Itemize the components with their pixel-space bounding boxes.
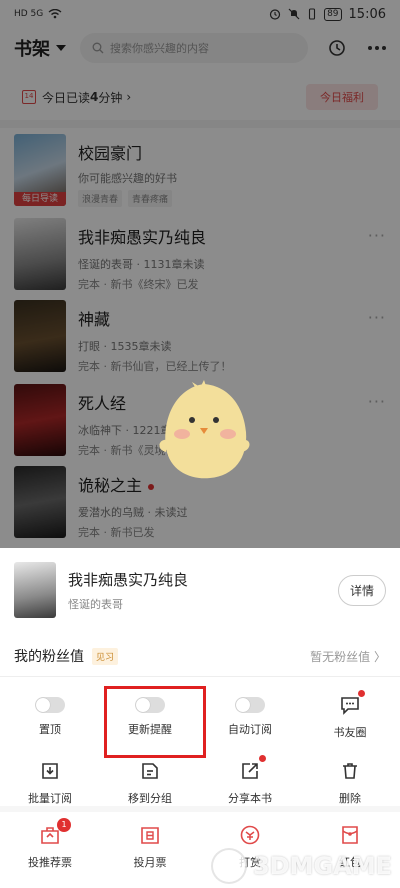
notification-dot	[358, 690, 365, 697]
cell-label: 批量订阅	[28, 792, 72, 805]
download-icon	[39, 760, 61, 782]
recommend-ticket-icon: 1	[39, 818, 71, 846]
share-icon	[239, 755, 266, 782]
divider	[0, 676, 400, 677]
toggle-switch[interactable]	[235, 697, 265, 713]
monthly-ticket-button[interactable]: 投月票	[100, 824, 200, 870]
cell-label: 书友圈	[333, 726, 367, 739]
notification-dot	[259, 755, 266, 762]
chat-bubble-icon	[339, 690, 365, 716]
detail-button[interactable]: 详情	[337, 574, 386, 606]
recommend-vote-button[interactable]: 1 投推荐票	[0, 818, 100, 870]
cell-label: 投月票	[133, 856, 167, 869]
screen: HD 5G 89 15:06 书架 搜索你感兴趣的内容 14 今日已读 4 分钟…	[0, 0, 400, 888]
sheet-book-cover	[14, 562, 56, 618]
tip-icon	[239, 824, 261, 846]
watermark-text: 3DMGAME	[252, 852, 392, 880]
sheet-book-title: 我非痴愚实乃纯良	[68, 570, 189, 589]
watermark-logo	[210, 848, 247, 884]
cell-label: 删除	[339, 792, 361, 805]
sheet-book-author: 怪诞的表哥	[68, 597, 123, 611]
fans-value: 暂无粉丝值 〉	[310, 649, 386, 664]
red-packet-icon	[339, 824, 361, 846]
fans-level-badge: 见习	[92, 647, 119, 665]
recommend-count-badge: 1	[57, 818, 71, 832]
batch-subscribe-button[interactable]: 批量订阅	[0, 760, 100, 806]
cell-label: 置顶	[39, 723, 61, 736]
cell-label: 移到分组	[128, 792, 172, 805]
move-to-group-button[interactable]: 移到分组	[100, 760, 200, 806]
cell-label: 投推荐票	[28, 856, 72, 869]
share-book-button[interactable]: 分享本书	[200, 755, 300, 806]
delete-button[interactable]: 删除	[300, 760, 400, 806]
fans-label: 我的粉丝值	[14, 649, 84, 665]
pin-top-toggle[interactable]: 置顶	[0, 694, 100, 740]
cell-label: 分享本书	[228, 792, 272, 805]
monthly-ticket-icon	[139, 824, 161, 846]
fans-value-row[interactable]: 我的粉丝值 见习 暂无粉丝值 〉	[14, 644, 386, 668]
watermark: 3DMGAME	[210, 848, 392, 884]
sheet-book-info: 我非痴愚实乃纯良 怪诞的表哥	[56, 569, 188, 612]
folder-icon	[139, 760, 161, 782]
auto-subscribe-toggle[interactable]: 自动订阅	[200, 694, 300, 740]
book-club-button[interactable]: 书友圈	[300, 690, 400, 740]
toggle-switch[interactable]	[35, 697, 65, 713]
mascot-bird-icon	[159, 380, 250, 479]
cell-label: 自动订阅	[228, 723, 272, 736]
section-divider	[0, 806, 400, 812]
highlight-box	[104, 686, 206, 758]
trash-icon	[339, 760, 361, 782]
sheet-book-header: 我非痴愚实乃纯良 怪诞的表哥 详情	[14, 562, 386, 618]
action-row: 批量订阅 移到分组 分享本书 删除	[0, 755, 400, 806]
